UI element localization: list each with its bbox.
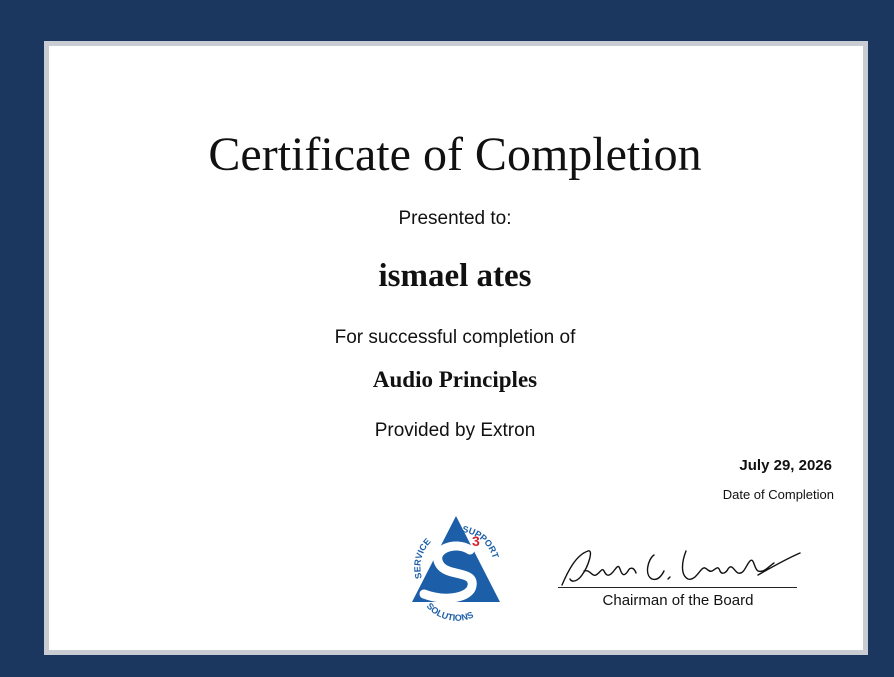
presented-to-label: Presented to: <box>398 208 512 229</box>
certificate-title: Certificate of Completion <box>208 128 702 181</box>
completion-date: July 29, 2026 <box>739 457 832 474</box>
s3-logo-icon: 3 SERVICE SUPPORT SOLUTIONS <box>412 516 501 622</box>
recipient-name: ismael ates <box>378 258 532 294</box>
completion-label: For successful completion of <box>334 327 576 348</box>
signature-image <box>561 550 801 586</box>
date-of-completion-label: Date of Completion <box>722 487 834 502</box>
provider-text: Provided by Extron <box>374 420 536 441</box>
logo-text-solutions: SOLUTIONS <box>425 601 475 622</box>
course-name: Audio Principles <box>372 367 538 392</box>
signature-title: Chairman of the Board <box>602 592 754 609</box>
signature-line <box>558 587 797 588</box>
svg-text:SOLUTIONS: SOLUTIONS <box>425 601 475 622</box>
